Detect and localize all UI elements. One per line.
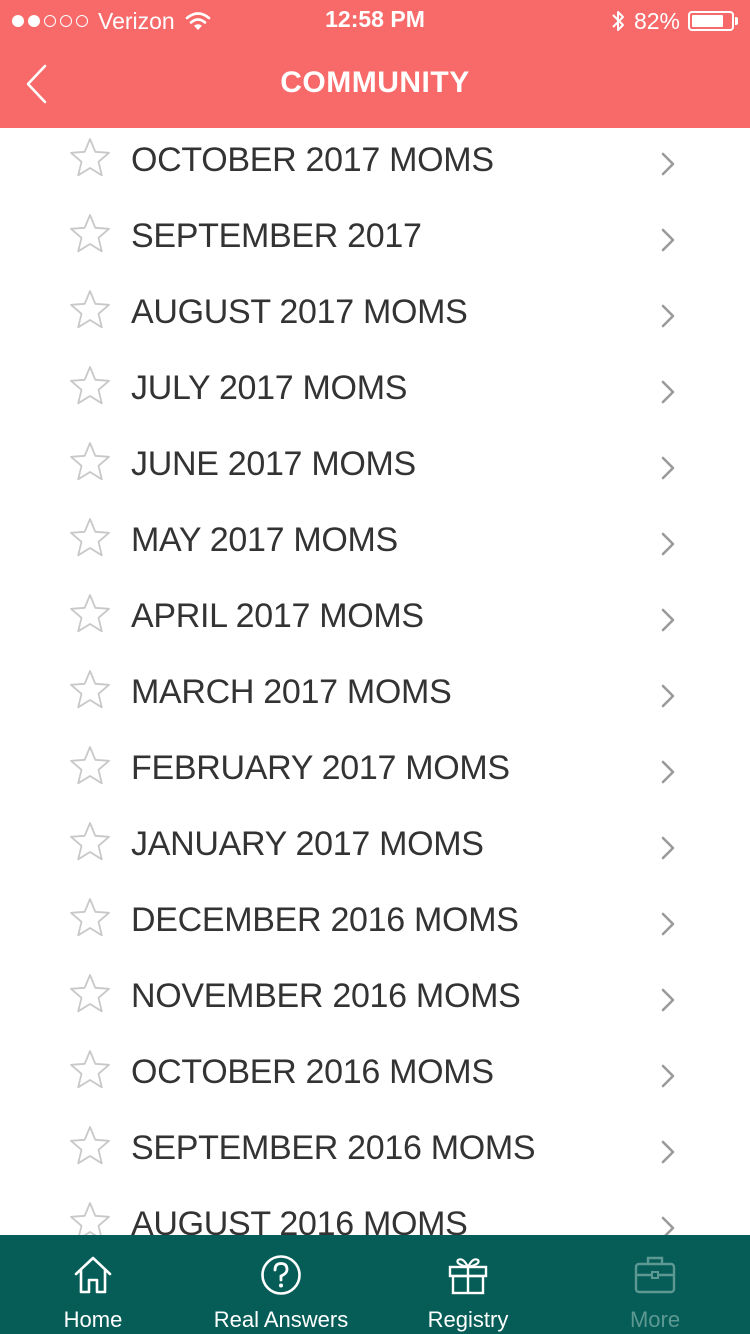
list-item-label: MARCH 2017 MOMS [131,673,452,711]
tab-registry[interactable]: Registry [376,1235,560,1334]
chevron-right-icon [661,1140,675,1164]
star-outline-icon[interactable] [68,669,112,711]
list-item-label: SEPTEMBER 2017 [131,217,422,255]
list-item[interactable]: SEPTEMBER 2017 [0,201,750,277]
list-item[interactable]: JUNE 2017 MOMS [0,429,750,505]
status-right: 82% [610,6,738,36]
list-item-label: MAY 2017 MOMS [131,521,398,559]
list-item-label: OCTOBER 2016 MOMS [131,1053,494,1091]
chevron-right-icon [661,912,675,936]
battery-fill [692,15,724,27]
list-item-label: JANUARY 2017 MOMS [131,825,484,863]
gift-icon [448,1258,488,1295]
list-item[interactable]: MARCH 2017 MOMS [0,657,750,733]
tab-home-label: Home [63,1307,123,1332]
star-outline-icon[interactable] [68,1049,112,1091]
chevron-right-icon [661,1216,675,1235]
star-outline-icon[interactable] [68,593,112,635]
star-outline-icon[interactable] [68,1125,112,1167]
star-outline-icon[interactable] [68,1201,112,1235]
battery-percent: 82% [633,7,680,34]
battery-icon [688,11,738,31]
list-item[interactable]: JULY 2017 MOMS [0,353,750,429]
tab-real-answers[interactable]: Real Answers [186,1235,376,1334]
bluetooth-icon [612,11,624,31]
star-outline-icon[interactable] [68,213,112,255]
tab-registry-label: Registry [427,1307,509,1332]
star-outline-icon[interactable] [68,821,112,863]
list-item-label: JUNE 2017 MOMS [131,445,416,483]
chevron-right-icon [661,380,675,404]
chevron-right-icon [661,228,675,252]
tab-more-label: More [629,1307,681,1332]
list-item[interactable]: FEBRUARY 2017 MOMS [0,733,750,809]
page-title: COMMUNITY [280,66,470,99]
tab-real-answers-label: Real Answers [213,1307,349,1332]
header: Verizon 12:58 PM 82% COMMUNITY [0,0,750,128]
list-item[interactable]: OCTOBER 2016 MOMS [0,1037,750,1113]
question-circle-icon [261,1255,301,1295]
star-outline-icon[interactable] [68,365,112,407]
nav-bar: COMMUNITY [0,40,750,128]
tab-more[interactable]: More [560,1235,750,1334]
list-item-label: AUGUST 2016 MOMS [131,1205,468,1235]
status-bar: Verizon 12:58 PM 82% [0,0,750,40]
star-outline-icon[interactable] [68,441,112,483]
list-item-label: SEPTEMBER 2016 MOMS [131,1129,536,1167]
list-item[interactable]: MAY 2017 MOMS [0,505,750,581]
home-icon [74,1256,112,1294]
star-outline-icon[interactable] [68,289,112,331]
list-item-label: OCTOBER 2017 MOMS [131,141,494,179]
chevron-right-icon [661,988,675,1012]
chevron-right-icon [661,304,675,328]
community-list: OCTOBER 2017 MOMS SEPTEMBER 2017 AUGUST 20… [0,128,750,1235]
list-item[interactable]: JANUARY 2017 MOMS [0,809,750,885]
chevron-right-icon [661,760,675,784]
list-item[interactable]: AUGUST 2016 MOMS [0,1189,750,1235]
list-item-label: FEBRUARY 2017 MOMS [131,749,510,787]
list-item[interactable]: APRIL 2017 MOMS [0,581,750,657]
star-outline-icon[interactable] [68,137,112,179]
chevron-right-icon [661,684,675,708]
tab-bar: Home Real Answers Registry More [0,1235,750,1334]
star-outline-icon[interactable] [68,973,112,1015]
list-item-label: APRIL 2017 MOMS [131,597,424,635]
chevron-right-icon [661,836,675,860]
list-item-label: JULY 2017 MOMS [131,369,408,407]
chevron-right-icon [661,1064,675,1088]
tab-home[interactable]: Home [0,1235,186,1334]
star-outline-icon[interactable] [68,897,112,939]
list-item[interactable]: DECEMBER 2016 MOMS [0,885,750,961]
briefcase-icon [634,1256,676,1294]
list-item[interactable]: OCTOBER 2017 MOMS [0,128,750,201]
star-outline-icon[interactable] [68,517,112,559]
chevron-right-icon [661,152,675,176]
list-item[interactable]: SEPTEMBER 2016 MOMS [0,1113,750,1189]
chevron-right-icon [661,608,675,632]
chevron-right-icon [661,532,675,556]
list-item-label: NOVEMBER 2016 MOMS [131,977,521,1015]
list-item-label: DECEMBER 2016 MOMS [131,901,519,939]
star-outline-icon[interactable] [68,745,112,787]
list-item-label: AUGUST 2017 MOMS [131,293,468,331]
chevron-right-icon [661,456,675,480]
list-item[interactable]: AUGUST 2017 MOMS [0,277,750,353]
list-item[interactable]: NOVEMBER 2016 MOMS [0,961,750,1037]
